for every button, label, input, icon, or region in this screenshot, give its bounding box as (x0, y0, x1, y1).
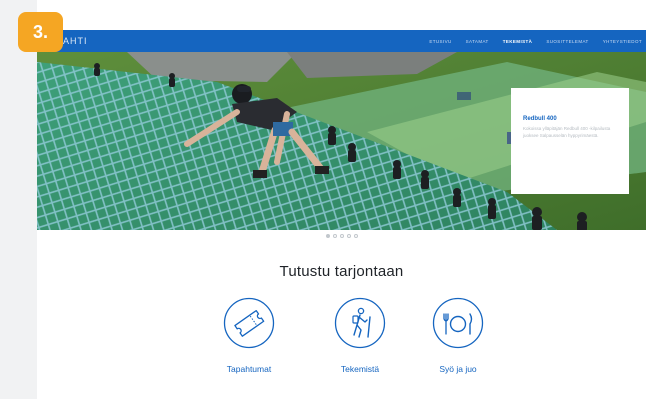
nav-item-etusivu[interactable]: ETUSIVU (429, 39, 451, 44)
carousel-indicators (0, 234, 646, 240)
category-label: Syö ja juo (439, 364, 477, 374)
category-syo-ja-juo[interactable]: Syö ja juo (418, 297, 498, 374)
main-nav: ETUSIVU SATAMAT TEKEMISTÄ SUOSITTELEMAT … (429, 30, 642, 52)
nav-item-satamat[interactable]: SATAMAT (466, 39, 489, 44)
dining-icon (432, 297, 484, 349)
category-tapahtumat[interactable]: Tapahtumat (209, 297, 289, 374)
carousel-dot-1[interactable] (325, 234, 330, 238)
category-tekemista[interactable]: Tekemistä (320, 297, 400, 374)
section-title: Tutustu tarjontaan (279, 263, 404, 280)
carousel-dot-4[interactable] (346, 234, 351, 238)
hero-info-card[interactable]: Redbull 400 Kokoissa ylläpitäjän Redbull… (511, 88, 629, 194)
nav-item-suosittelemat[interactable]: SUOSITTELEMAT (546, 39, 588, 44)
hero-card-title: Redbull 400 (523, 116, 557, 122)
carousel-dot-2[interactable] (332, 234, 337, 238)
step-number-badge: 3. (18, 12, 63, 52)
category-label: Tekemistä (340, 364, 380, 374)
hero-card-text: Kokoissa ylläpitäjän Redbull 400 -kilpai… (523, 126, 611, 138)
hero-slider-image: Redbull 400 Kokoissa ylläpitäjän Redbull… (37, 52, 646, 230)
top-navigation-bar: LAHTI ETUSIVU SATAMAT TEKEMISTÄ SUOSITTE… (37, 30, 646, 52)
hiker-icon (334, 297, 386, 349)
category-shortcuts: Tapahtumat Tekemistä Syö ja juo (37, 297, 646, 387)
carousel-dot-3[interactable] (339, 234, 344, 238)
carousel-dot-5[interactable] (353, 234, 358, 238)
nav-item-yhteystiedot[interactable]: YHTEYSTIEDOT (603, 39, 642, 44)
ticket-icon (223, 297, 275, 349)
category-label: Tapahtumat (226, 364, 272, 374)
nav-item-tekemista[interactable]: TEKEMISTÄ (503, 39, 533, 44)
